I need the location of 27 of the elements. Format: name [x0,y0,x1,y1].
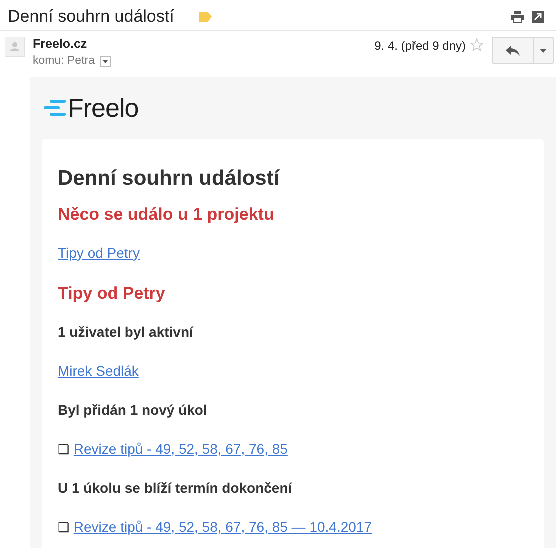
email-date: 9. 4. (před 9 dny) [374,39,466,53]
print-icon[interactable] [511,11,524,23]
checkbox-bullet: ❑ [58,442,70,457]
recipient-text: komu: Petra [33,55,95,67]
caret-icon [540,48,547,52]
reply-icon [506,46,520,56]
star-icon[interactable] [470,38,484,52]
checkbox-bullet: ❑ [58,520,70,535]
project-heading: Tipy od Petry [58,284,166,304]
new-window-icon[interactable] [532,11,544,23]
email-subject: Denní souhrn událostí [8,7,174,27]
link[interactable]: Mirek Sedlák [58,363,139,379]
summary-heading: Denní souhrn událostí [58,167,282,191]
more-button[interactable] [534,37,554,64]
project-heading: Něco se událo u 1 projektu [58,205,276,225]
logo-text: Freelo [68,92,139,124]
dropdown-icon[interactable] [100,56,111,66]
link[interactable]: Tipy od Petry [58,245,140,261]
section-heading: Byl přidán 1 nový úkol [58,402,208,418]
section-heading: 1 uživatel byl aktivní [58,324,195,340]
sender-name: Freelo.cz [33,37,88,51]
reply-button[interactable] [492,37,534,64]
avatar-icon [5,37,25,57]
logo-icon [44,99,66,117]
task-link[interactable]: Revize tipů - 49, 52, 58, 67, 76, 85 — 10.4.2017 [74,519,372,535]
task-link[interactable]: Revize tipů - 49, 52, 58, 67, 76, 85 [74,441,288,457]
section-heading: U 1 úkolu se blíží termín dokončení [58,480,294,496]
